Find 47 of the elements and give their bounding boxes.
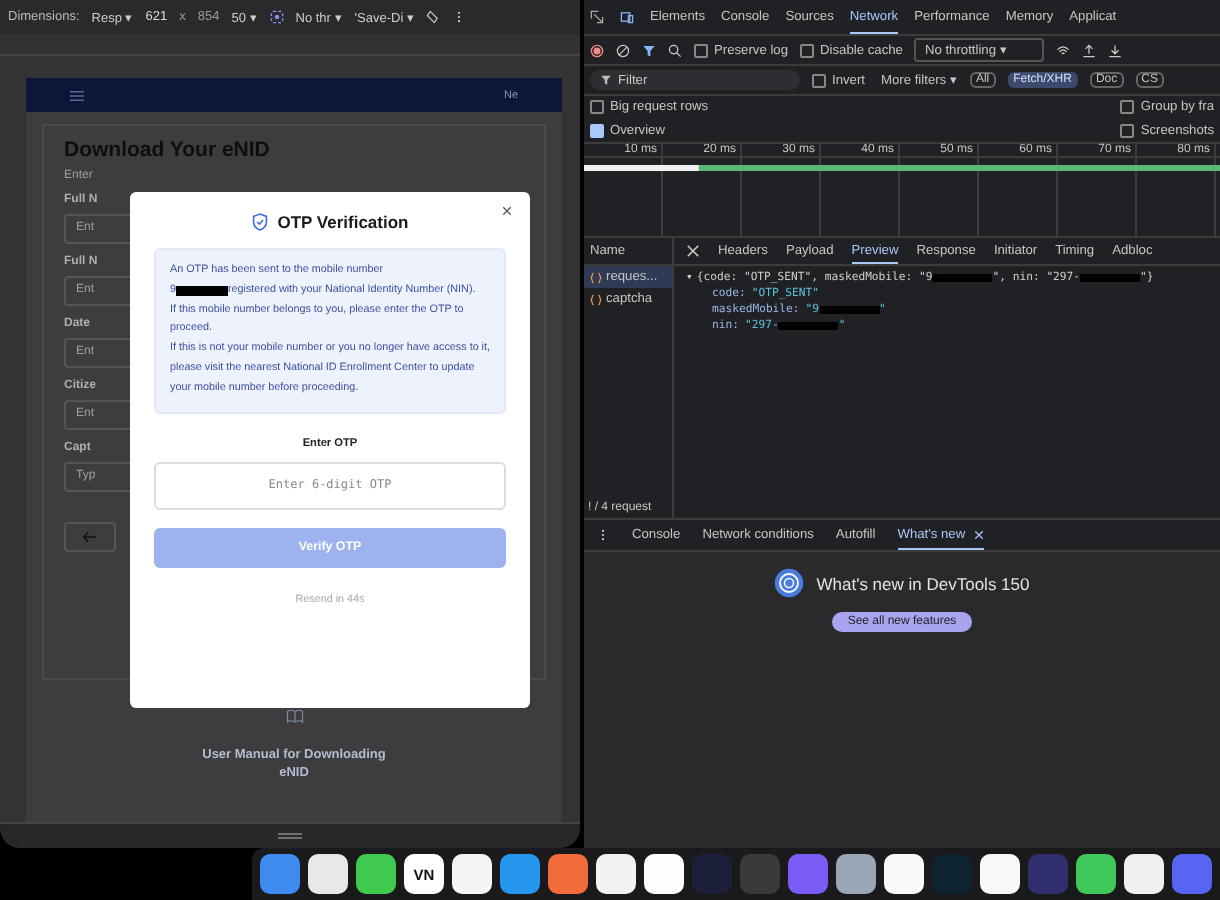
dialog-title: OTP Verification — [277, 212, 409, 232]
redaction-bar — [819, 306, 880, 314]
download-icon[interactable] — [1108, 43, 1123, 57]
checkbox[interactable] — [590, 100, 604, 114]
app-icon[interactable] — [1076, 854, 1116, 894]
redaction-bar — [778, 322, 839, 330]
filter-icon[interactable] — [642, 43, 656, 57]
search-icon[interactable] — [668, 43, 682, 57]
redaction-bar — [932, 274, 993, 282]
fit-screen-icon[interactable] — [269, 10, 284, 24]
checkbox[interactable] — [590, 124, 604, 138]
record-icon[interactable] — [590, 43, 604, 57]
app-icon[interactable] — [884, 854, 924, 894]
clear-icon[interactable] — [616, 43, 630, 57]
checkbox[interactable] — [694, 43, 708, 57]
wifi-icon[interactable] — [1056, 43, 1071, 57]
shield-icon — [251, 212, 268, 232]
checkbox[interactable] — [800, 43, 815, 57]
app-icon[interactable] — [980, 854, 1020, 894]
upload-icon[interactable] — [1082, 43, 1097, 57]
app-icon[interactable] — [548, 854, 588, 894]
arrow-icon — [82, 530, 98, 544]
browser-logo-icon — [774, 568, 805, 598]
json-icon — [590, 271, 602, 283]
app-icon[interactable] — [452, 854, 492, 894]
close-icon[interactable] — [502, 206, 512, 216]
app-icon[interactable] — [308, 854, 348, 894]
app-icon[interactable] — [596, 854, 636, 894]
resize-handle-icon[interactable] — [278, 832, 302, 840]
app-icon[interactable] — [836, 854, 876, 894]
app-icon[interactable] — [356, 854, 396, 894]
app-icon[interactable] — [644, 854, 684, 894]
app-icon[interactable] — [1124, 854, 1164, 894]
filter-icon — [600, 74, 612, 86]
book-icon — [285, 708, 303, 724]
close-icon[interactable] — [973, 529, 984, 539]
menu-icon[interactable] — [70, 89, 84, 101]
whats-new-title: What's new in DevTools 150 — [816, 573, 1030, 593]
inspect-icon[interactable] — [590, 10, 604, 24]
json-icon — [590, 293, 602, 305]
checkbox[interactable] — [1120, 100, 1135, 114]
rotate-icon[interactable] — [426, 10, 441, 24]
redaction-bar — [1080, 274, 1141, 282]
redaction-bar — [176, 286, 228, 297]
device-toggle-icon[interactable] — [620, 10, 634, 24]
checkbox[interactable] — [1120, 124, 1135, 138]
checkbox[interactable] — [812, 73, 826, 87]
